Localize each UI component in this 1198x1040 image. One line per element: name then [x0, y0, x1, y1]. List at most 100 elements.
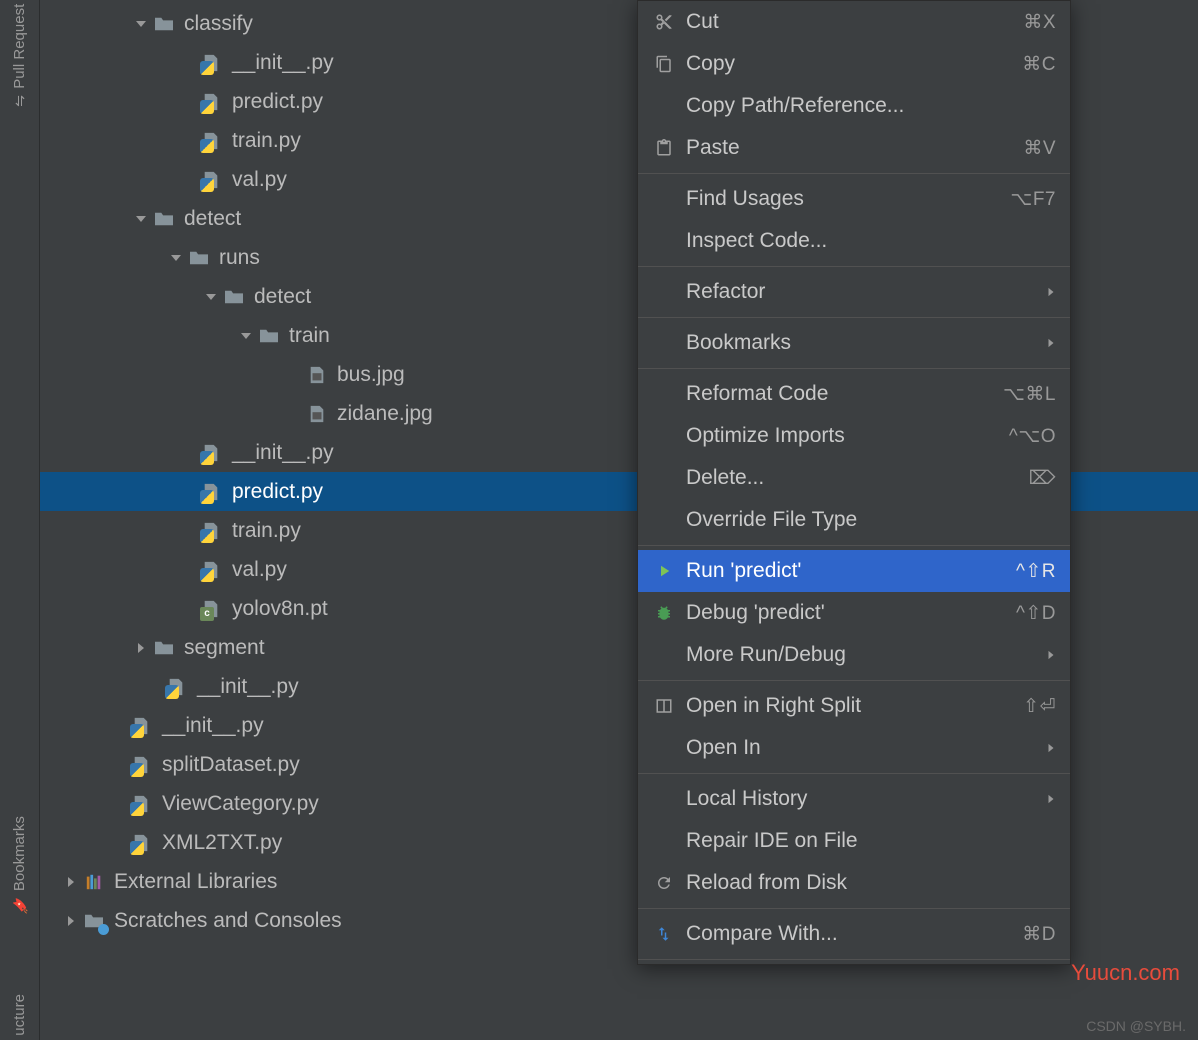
menu-paste[interactable]: Paste ⌘V	[638, 127, 1070, 169]
rail-bookmarks[interactable]: 🔖 Bookmarks	[11, 816, 28, 914]
menu-shortcut: ⌘D	[1022, 923, 1056, 946]
file-label: train.py	[232, 129, 301, 153]
python-file-icon	[200, 442, 224, 464]
image-file-icon	[305, 364, 329, 386]
menu-shortcut: ^⇧D	[1016, 602, 1056, 625]
chevron-right-icon[interactable]	[130, 642, 152, 654]
menu-label: Repair IDE on File	[686, 829, 1056, 853]
menu-shortcut: ^⇧R	[1016, 560, 1056, 583]
chevron-down-icon[interactable]	[130, 213, 152, 225]
menu-label: Copy	[686, 52, 1022, 76]
menu-label: Open in Right Split	[686, 694, 1023, 718]
menu-delete[interactable]: Delete... ⌦	[638, 457, 1070, 499]
bug-icon	[650, 604, 678, 622]
menu-separator	[638, 545, 1070, 546]
menu-optimize-imports[interactable]: Optimize Imports ^⌥O	[638, 415, 1070, 457]
menu-label: Override File Type	[686, 508, 1056, 532]
menu-copy[interactable]: Copy ⌘C	[638, 43, 1070, 85]
menu-run-predict[interactable]: Run 'predict' ^⇧R	[638, 550, 1070, 592]
python-file-icon	[200, 481, 224, 503]
rail-pull-requests[interactable]: ⇋ Pull Request	[11, 4, 28, 107]
play-icon	[650, 562, 678, 580]
reload-icon	[650, 874, 678, 892]
menu-label: Paste	[686, 136, 1023, 160]
python-file-icon	[200, 169, 224, 191]
menu-label: Debug 'predict'	[686, 601, 1016, 625]
menu-open-in[interactable]: Open In	[638, 727, 1070, 769]
left-tool-rail: ⇋ Pull Request 🔖 Bookmarks ucture	[0, 0, 40, 1040]
library-icon	[82, 871, 106, 893]
chevron-right-icon[interactable]	[60, 915, 82, 927]
menu-label: Open In	[686, 736, 1046, 760]
folder-icon	[152, 13, 176, 35]
pull-request-icon: ⇋	[12, 95, 28, 107]
folder-label: classify	[184, 12, 253, 36]
folder-icon	[152, 208, 176, 230]
menu-bookmarks[interactable]: Bookmarks	[638, 322, 1070, 364]
file-label: __init__.py	[232, 51, 334, 75]
menu-debug-predict[interactable]: Debug 'predict' ^⇧D	[638, 592, 1070, 634]
python-file-icon	[200, 91, 224, 113]
menu-reload-from-disk[interactable]: Reload from Disk	[638, 862, 1070, 904]
python-file-icon	[165, 676, 189, 698]
menu-separator	[638, 773, 1070, 774]
menu-repair-ide[interactable]: Repair IDE on File	[638, 820, 1070, 862]
menu-separator	[638, 266, 1070, 267]
chevron-down-icon[interactable]	[130, 18, 152, 30]
menu-label: Reload from Disk	[686, 871, 1056, 895]
menu-reformat-code[interactable]: Reformat Code ⌥⌘L	[638, 373, 1070, 415]
folder-icon	[187, 247, 211, 269]
paste-icon	[650, 139, 678, 157]
bookmark-icon: 🔖	[12, 897, 28, 914]
chevron-right-icon[interactable]	[60, 876, 82, 888]
python-file-icon	[200, 520, 224, 542]
menu-find-usages[interactable]: Find Usages ⌥F7	[638, 178, 1070, 220]
menu-label: Bookmarks	[686, 331, 1046, 355]
python-file-icon	[130, 832, 154, 854]
file-label: val.py	[232, 558, 287, 582]
watermark: CSDN @SYBH.	[1086, 1018, 1186, 1034]
menu-separator	[638, 959, 1070, 960]
menu-compare-with[interactable]: Compare With... ⌘D	[638, 913, 1070, 955]
menu-copy-path[interactable]: Copy Path/Reference...	[638, 85, 1070, 127]
pt-file-icon: c	[200, 598, 224, 620]
file-label: yolov8n.pt	[232, 597, 328, 621]
rail-label: ucture	[11, 994, 28, 1036]
menu-separator	[638, 908, 1070, 909]
file-label: predict.py	[232, 480, 323, 504]
tree-label: External Libraries	[114, 870, 277, 894]
menu-cut[interactable]: Cut ⌘X	[638, 1, 1070, 43]
chevron-right-icon	[1046, 737, 1056, 759]
menu-refactor[interactable]: Refactor	[638, 271, 1070, 313]
menu-separator	[638, 173, 1070, 174]
file-label: splitDataset.py	[162, 753, 300, 777]
file-label: bus.jpg	[337, 363, 405, 387]
menu-separator	[638, 317, 1070, 318]
chevron-down-icon[interactable]	[235, 330, 257, 342]
split-icon	[650, 697, 678, 715]
menu-label: Reformat Code	[686, 382, 1003, 406]
python-file-icon	[200, 130, 224, 152]
menu-inspect-code[interactable]: Inspect Code...	[638, 220, 1070, 262]
tree-label: Scratches and Consoles	[114, 909, 342, 933]
delete-key-icon: ⌦	[1029, 467, 1056, 490]
python-file-icon	[200, 52, 224, 74]
chevron-right-icon	[1046, 332, 1056, 354]
folder-label: detect	[184, 207, 241, 231]
menu-label: Refactor	[686, 280, 1046, 304]
chevron-down-icon[interactable]	[200, 291, 222, 303]
file-label: predict.py	[232, 90, 323, 114]
folder-label: detect	[254, 285, 311, 309]
rail-label: Pull Request	[11, 4, 28, 89]
menu-more-run-debug[interactable]: More Run/Debug	[638, 634, 1070, 676]
rail-structure[interactable]: ucture	[11, 994, 28, 1036]
menu-override-file-type[interactable]: Override File Type	[638, 499, 1070, 541]
menu-label: Run 'predict'	[686, 559, 1016, 583]
watermark: Yuucn.com	[1071, 960, 1180, 986]
chevron-right-icon	[1046, 281, 1056, 303]
chevron-down-icon[interactable]	[165, 252, 187, 264]
python-file-icon	[130, 793, 154, 815]
menu-open-right-split[interactable]: Open in Right Split ⇧⏎	[638, 685, 1070, 727]
file-label: __init__.py	[197, 675, 299, 699]
menu-local-history[interactable]: Local History	[638, 778, 1070, 820]
